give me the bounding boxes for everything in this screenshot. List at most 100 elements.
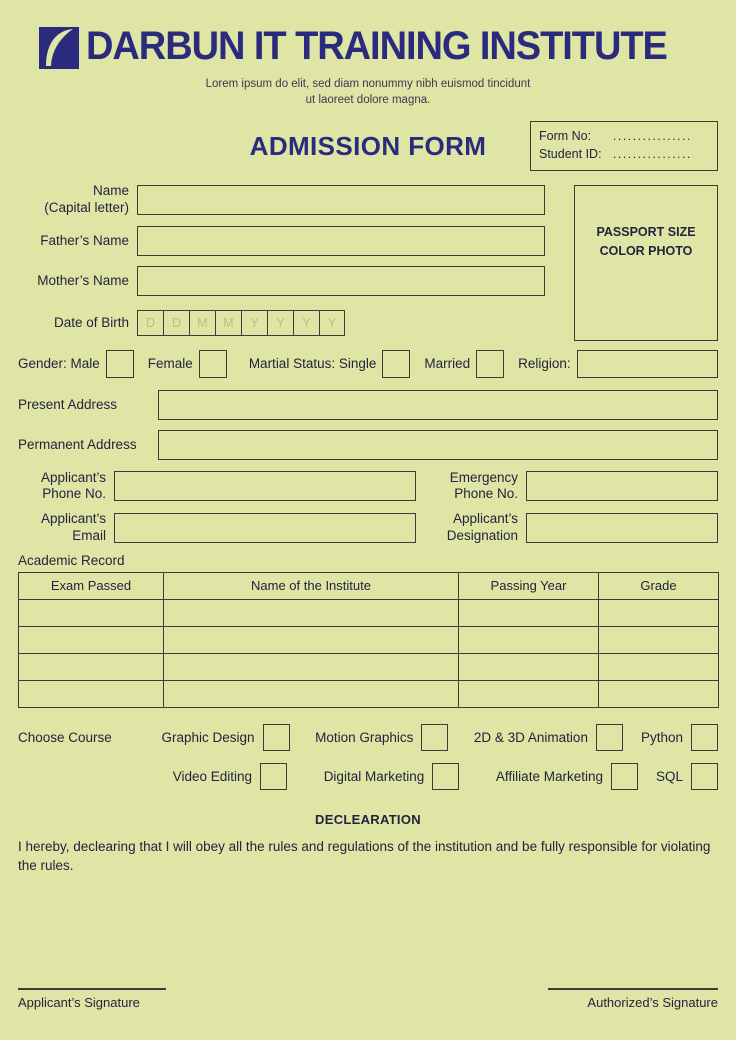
cell-passing-year[interactable] <box>458 679 599 708</box>
applicant-designation-label-line-1: Applicant’s <box>452 511 518 527</box>
date-of-birth-cells[interactable]: D D M M Y Y Y Y <box>137 309 345 336</box>
course-checkbox-sql[interactable] <box>691 762 718 790</box>
emergency-phone-input[interactable] <box>526 471 718 502</box>
course-label-video-editing: Video Editing <box>172 768 252 784</box>
table-header-row: Exam Passed Name of the Institute Passin… <box>18 571 719 600</box>
table-row <box>18 625 719 654</box>
course-checkbox-digital-marketing[interactable] <box>432 762 460 790</box>
authorized-signature-block: Authorized’s Signature <box>518 988 718 1010</box>
emergency-phone-label: Emergency Phone No. <box>416 470 526 502</box>
marital-single-checkbox[interactable] <box>382 349 411 378</box>
fathers-name-label: Father’s Name <box>40 232 129 248</box>
applicant-designation-label: Applicant’s Designation <box>416 511 526 543</box>
applicant-designation-label-line-2: Designation <box>446 527 518 543</box>
applicant-signature-block: Applicant’s Signature <box>18 988 218 1010</box>
form-no-row: Form No: ................ <box>539 127 710 145</box>
course-option-python[interactable]: Python <box>640 723 718 751</box>
declaration-title: DECLEARATION <box>315 811 421 827</box>
course-option-affiliate-marketing[interactable]: Affiliate Marketing <box>459 762 638 790</box>
cell-passing-year[interactable] <box>458 652 599 681</box>
dob-cell-m1[interactable]: M <box>189 309 215 336</box>
dob-cell-y3[interactable]: Y <box>293 309 319 336</box>
cell-passing-year[interactable] <box>458 598 599 627</box>
dob-cell-d1[interactable]: D <box>137 309 163 336</box>
column-header-institute-name: Name of the Institute <box>163 571 459 600</box>
brand-title: DARBUN IT TRAINING INSTITUTE <box>86 24 668 69</box>
course-checkbox-2d-3d-animation[interactable] <box>595 723 623 751</box>
applicant-phone-label-line-1: Applicant’s <box>40 469 106 485</box>
course-option-2d-3d-animation[interactable]: 2D & 3D Animation <box>448 723 623 751</box>
name-input[interactable] <box>137 184 545 215</box>
cell-grade[interactable] <box>598 652 719 681</box>
course-checkbox-python[interactable] <box>690 723 718 751</box>
dob-cell-m2[interactable]: M <box>215 309 241 336</box>
course-checkbox-video-editing[interactable] <box>260 762 287 790</box>
passport-photo-box[interactable]: PASSPORT SIZE COLOR PHOTO <box>574 185 718 342</box>
cell-grade[interactable] <box>598 679 719 708</box>
applicant-signature-line[interactable] <box>18 988 166 990</box>
field-row-fathers-name: Father’s Name <box>18 225 545 256</box>
dob-cell-d2[interactable]: D <box>163 309 189 336</box>
field-row-gender-marital-religion: Gender: Male Female Martial Status: Sing… <box>18 349 718 378</box>
course-row-1: Choose Course Graphic Design Motion Grap… <box>18 723 718 751</box>
student-id-label: Student ID: <box>539 147 602 162</box>
form-no-input[interactable]: ................ <box>613 128 692 145</box>
cell-institute-name[interactable] <box>163 625 459 654</box>
name-label-line-1: Name <box>92 183 129 199</box>
cell-grade[interactable] <box>598 625 719 654</box>
present-address-input[interactable] <box>158 389 718 420</box>
course-checkbox-motion-graphics[interactable] <box>421 723 449 751</box>
applicant-email-label-line-1: Applicant’s <box>40 511 106 527</box>
course-option-digital-marketing[interactable]: Digital Marketing <box>287 762 460 790</box>
photo-box-line-1: PASSPORT SIZE <box>596 225 696 240</box>
declaration-text: I hereby, declearing that I will obey al… <box>18 838 711 874</box>
applicant-email-label: Applicant’s Email <box>18 511 114 543</box>
gender-male-checkbox[interactable] <box>105 349 134 378</box>
course-option-motion-graphics[interactable]: Motion Graphics <box>290 723 449 751</box>
field-row-permanent-address: Permanent Address <box>18 429 718 460</box>
field-row-present-address: Present Address <box>18 389 718 420</box>
cell-exam-passed[interactable] <box>18 679 164 708</box>
cell-passing-year[interactable] <box>458 625 599 654</box>
course-label-python: Python <box>640 729 683 745</box>
authorized-signature-line[interactable] <box>548 988 718 990</box>
gender-female-checkbox[interactable] <box>198 349 227 378</box>
student-id-input[interactable]: ................ <box>613 146 692 163</box>
religion-label: Religion: <box>518 356 571 372</box>
cell-institute-name[interactable] <box>163 679 459 708</box>
course-option-video-editing[interactable]: Video Editing <box>136 762 287 790</box>
form-no-label: Form No: <box>539 129 592 144</box>
applicant-email-input[interactable] <box>114 512 416 543</box>
cell-exam-passed[interactable] <box>18 625 164 654</box>
form-number-box: Form No: ................ Student ID: ..… <box>530 121 718 171</box>
cell-exam-passed[interactable] <box>18 598 164 627</box>
marital-married-checkbox[interactable] <box>476 349 505 378</box>
permanent-address-input[interactable] <box>158 429 718 460</box>
mothers-name-input[interactable] <box>137 265 545 296</box>
course-checkbox-affiliate-marketing[interactable] <box>610 762 638 790</box>
cell-grade[interactable] <box>598 598 719 627</box>
applicant-email-label-line-2: Email <box>72 527 106 543</box>
dob-cell-y2[interactable]: Y <box>267 309 293 336</box>
cell-institute-name[interactable] <box>163 598 459 627</box>
table-row <box>18 652 719 681</box>
cell-institute-name[interactable] <box>163 652 459 681</box>
table-row <box>18 679 719 708</box>
dob-cell-y1[interactable]: Y <box>241 309 267 336</box>
field-row-mothers-name: Mother’s Name <box>18 265 545 296</box>
course-label-sql: SQL <box>655 768 683 784</box>
applicant-phone-input[interactable] <box>114 471 416 502</box>
course-checkbox-graphic-design[interactable] <box>262 723 290 751</box>
course-option-sql[interactable]: SQL <box>655 762 718 790</box>
marital-single-label: Martial Status: Single <box>248 356 377 372</box>
fathers-name-input[interactable] <box>137 225 545 256</box>
field-row-phone-numbers: Applicant’s Phone No. Emergency Phone No… <box>18 470 718 502</box>
cell-exam-passed[interactable] <box>18 652 164 681</box>
column-header-passing-year: Passing Year <box>458 571 599 600</box>
present-address-label: Present Address <box>18 397 118 413</box>
form-body: PASSPORT SIZE COLOR PHOTO Name (Capital … <box>0 183 736 876</box>
course-option-graphic-design[interactable]: Graphic Design <box>136 723 290 751</box>
dob-cell-y4[interactable]: Y <box>319 309 345 336</box>
religion-input[interactable] <box>576 349 718 378</box>
applicant-designation-input[interactable] <box>526 512 718 543</box>
